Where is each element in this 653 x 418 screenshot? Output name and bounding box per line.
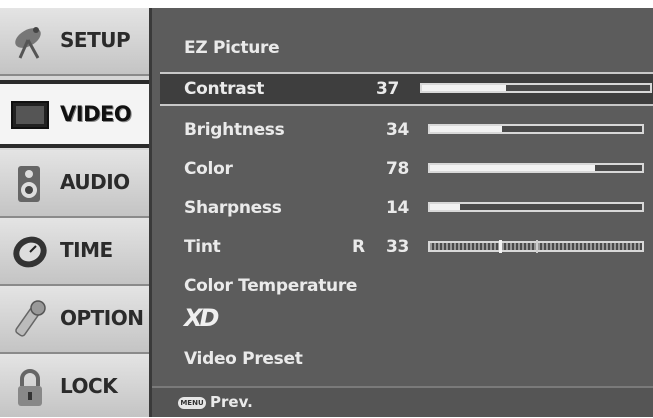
sharpness-value: 14 — [386, 198, 410, 218]
sidebar-item-audio[interactable]: AUDIO — [0, 150, 149, 218]
tint-slider[interactable] — [428, 240, 644, 253]
monitor-icon — [11, 101, 49, 129]
sharpness-slider-fill — [430, 204, 460, 210]
menu-item-color[interactable]: Color 78 — [166, 154, 653, 184]
color-temperature-label: Color Temperature — [184, 276, 358, 296]
sidebar-item-video[interactable]: VIDEO — [0, 80, 149, 148]
satellite-dish-icon — [15, 27, 41, 59]
color-label: Color — [184, 159, 233, 179]
contrast-slider[interactable] — [420, 83, 652, 93]
tint-value: 33 — [386, 237, 410, 257]
color-value: 78 — [386, 159, 410, 179]
tint-prefix: R — [352, 237, 365, 257]
menu-item-sharpness[interactable]: Sharpness 14 — [166, 193, 653, 223]
sidebar-label-option: OPTION — [60, 306, 144, 330]
brightness-slider-fill — [430, 126, 503, 132]
brightness-slider[interactable] — [428, 124, 644, 134]
clock-icon — [13, 236, 47, 268]
speaker-icon — [18, 166, 40, 202]
sharpness-label: Sharpness — [184, 198, 282, 218]
contrast-label: Contrast — [184, 79, 265, 99]
menu-item-xd[interactable]: XD — [184, 304, 219, 332]
category-sidebar: SETUP VIDEO AUDIO TIME OPTION LOCK — [0, 8, 152, 417]
tint-label: Tint — [184, 237, 221, 257]
tint-center-mark — [536, 240, 538, 253]
sidebar-item-time[interactable]: TIME — [0, 218, 149, 286]
menu-item-tint[interactable]: Tint R 33 — [166, 232, 653, 262]
ez-picture-label: EZ Picture — [184, 38, 280, 58]
tv-menu-screen: SETUP VIDEO AUDIO TIME OPTION LOCK EZ Pi… — [0, 8, 653, 417]
sidebar-label-video: VIDEO — [60, 102, 132, 126]
sidebar-label-audio: AUDIO — [60, 170, 130, 194]
color-slider-fill — [430, 165, 596, 171]
sharpness-slider[interactable] — [428, 202, 644, 212]
sidebar-item-option[interactable]: OPTION — [0, 286, 149, 354]
wrench-icon — [15, 300, 46, 337]
menu-key-icon: MENU — [178, 397, 206, 409]
sidebar-label-setup: SETUP — [60, 28, 131, 52]
sidebar-item-setup[interactable]: SETUP — [0, 8, 149, 76]
menu-item-contrast[interactable]: Contrast 37 — [160, 72, 653, 106]
video-settings-panel: EZ Picture Contrast 37 Brightness 34 Col… — [152, 8, 653, 417]
color-slider[interactable] — [428, 163, 644, 173]
menu-footer: MENU Prev. — [152, 386, 653, 417]
prev-hint: Prev. — [210, 393, 253, 411]
sidebar-label-lock: LOCK — [60, 374, 118, 398]
sidebar-label-time: TIME — [60, 238, 113, 262]
video-preset-label: Video Preset — [184, 349, 303, 369]
contrast-value: 37 — [376, 79, 400, 99]
menu-item-brightness[interactable]: Brightness 34 — [166, 115, 653, 145]
sidebar-item-lock[interactable]: LOCK — [0, 354, 149, 417]
padlock-icon — [18, 369, 42, 406]
contrast-slider-fill — [422, 85, 507, 91]
brightness-label: Brightness — [184, 120, 285, 140]
tint-slider-marker — [498, 240, 502, 253]
brightness-value: 34 — [386, 120, 410, 140]
